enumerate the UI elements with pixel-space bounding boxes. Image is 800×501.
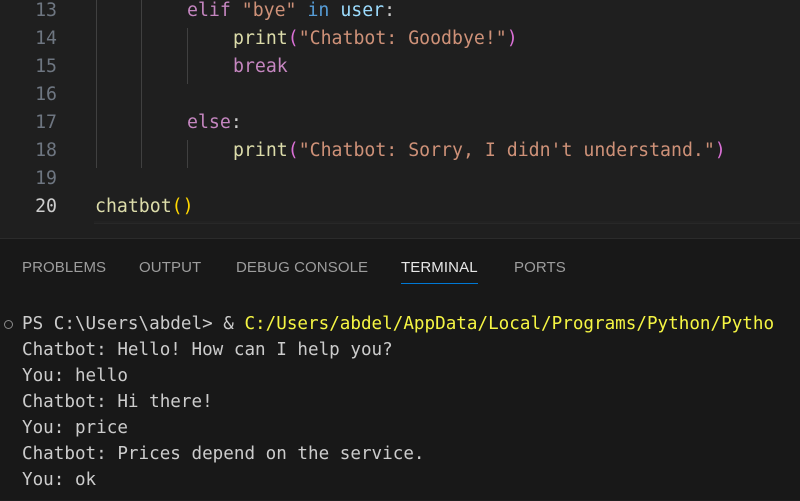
code-token: :	[230, 112, 242, 133]
line-number: 16	[35, 84, 57, 105]
code-line: 20 chatbot()	[0, 193, 800, 221]
code-token: )	[714, 140, 726, 161]
code-token: )	[506, 28, 518, 49]
code-line: 13 elif "bye" in user:	[0, 0, 800, 25]
terminal-output-line: You: price	[22, 418, 128, 438]
code-text: print("Chatbot: Sorry, I didn't understa…	[233, 137, 726, 165]
code-token: "Chatbot: Sorry, I didn't understand."	[298, 140, 715, 161]
code-token: print	[233, 140, 288, 161]
terminal-command-line: PS C:\Users\abdel> & C:/Users/abdel/AppD…	[22, 311, 774, 337]
terminal-prompt: PS C:\Users\abdel>	[22, 314, 224, 334]
line-number: 18	[35, 140, 57, 161]
code-line: 16	[0, 81, 800, 109]
bottom-panel: PROBLEMS OUTPUT DEBUG CONSOLE TERMINAL P…	[0, 238, 800, 500]
line-number: 17	[35, 112, 57, 133]
code-line: 17 else:	[0, 109, 800, 137]
code-text: print("Chatbot: Goodbye!")	[233, 25, 518, 53]
code-token: ()	[171, 196, 194, 217]
line-number: 15	[35, 56, 57, 77]
code-token: (	[287, 140, 299, 161]
panel-tabs: PROBLEMS OUTPUT DEBUG CONSOLE TERMINAL P…	[0, 239, 800, 289]
command-decoration-icon[interactable]	[4, 320, 13, 329]
tab-ports[interactable]: PORTS	[514, 256, 566, 280]
code-text: break	[233, 53, 288, 81]
terminal-output[interactable]: PS C:\Users\abdel> & C:/Users/abdel/AppD…	[0, 311, 800, 501]
line-number: 19	[35, 168, 57, 189]
line-number: 13	[35, 0, 57, 21]
code-token: :	[384, 0, 396, 21]
terminal-output-line: Chatbot: Prices depend on the service.	[22, 444, 425, 464]
terminal-output-line: You: ok	[22, 470, 97, 490]
code-token: in	[307, 0, 330, 21]
code-line: 15 break	[0, 53, 800, 81]
command-ampersand: &	[223, 314, 245, 334]
code-text: else:	[187, 109, 242, 137]
code-token: elif	[187, 0, 242, 21]
code-token: user	[340, 0, 385, 21]
code-token: (	[287, 28, 299, 49]
code-token: "Chatbot: Goodbye!"	[298, 28, 507, 49]
code-token: else	[187, 112, 231, 133]
code-token: chatbot	[95, 196, 172, 217]
code-editor[interactable]: 13 elif "bye" in user: 14 print("Chatbot: G…	[0, 0, 800, 238]
tab-problems[interactable]: PROBLEMS	[22, 256, 106, 280]
line-number: 14	[35, 28, 57, 49]
code-line: 14 print("Chatbot: Goodbye!")	[0, 25, 800, 53]
terminal-output-line: Chatbot: Hello! How can I help you?	[22, 340, 393, 360]
line-number: 20	[35, 196, 57, 217]
code-token: "bye"	[241, 0, 297, 21]
code-line: 18 print("Chatbot: Sorry, I didn't unders…	[0, 137, 800, 165]
tab-output[interactable]: OUTPUT	[139, 256, 201, 280]
tab-terminal[interactable]: TERMINAL	[401, 256, 478, 284]
code-text: chatbot()	[95, 193, 194, 221]
code-line: 19	[0, 165, 800, 193]
tab-debug-console[interactable]: DEBUG CONSOLE	[236, 256, 368, 280]
terminal-output-line: You: hello	[22, 366, 128, 386]
code-text: elif "bye" in user:	[187, 0, 395, 25]
code-token: print	[233, 28, 288, 49]
code-token: break	[233, 56, 288, 77]
command-path: C:/Users/abdel/AppData/Local/Programs/Py…	[244, 314, 775, 334]
terminal-output-line: Chatbot: Hi there!	[22, 392, 213, 412]
